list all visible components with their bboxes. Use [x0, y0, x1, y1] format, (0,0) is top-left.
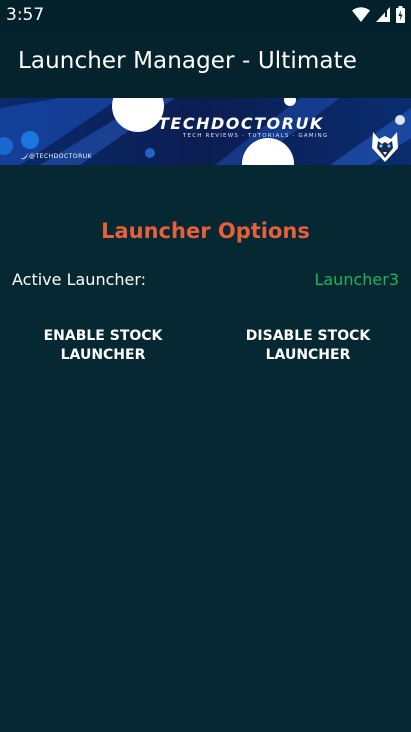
husky-mascot-icon [372, 132, 398, 162]
launcher-options-title: Launcher Options [101, 219, 310, 243]
status-time: 3:57 [6, 5, 45, 25]
launcher-manager-screen: 3:57 Launcher Manager - Ultimate TECHDOC… [0, 0, 411, 732]
app-title: Launcher Manager - Ultimate [18, 48, 357, 74]
battery-icon [396, 5, 405, 23]
banner-title: TECHDOCTORUK [158, 114, 324, 133]
banner-handle: @TECHDOCTORUK [29, 153, 93, 160]
twitter-icon [21, 153, 28, 160]
signal-icon [376, 6, 390, 22]
app-bar: Launcher Manager - Ultimate [0, 28, 411, 98]
status-bar: 3:57 [0, 0, 411, 28]
disable-stock-launcher-button[interactable]: DISABLE STOCK LAUNCHER [213, 316, 403, 376]
enable-stock-launcher-button[interactable]: ENABLE STOCK LAUNCHER [8, 316, 198, 376]
status-icons [352, 5, 405, 23]
active-launcher-value: Launcher3 [314, 270, 399, 289]
banner-subtitle: TECH REVIEWS · TUTORIALS · GAMING [183, 133, 329, 139]
active-launcher-label: Active Launcher: [12, 270, 147, 289]
techdoctoruk-banner: TECHDOCTORUK TECH REVIEWS · TUTORIALS · … [0, 98, 411, 165]
wifi-icon [352, 6, 370, 22]
